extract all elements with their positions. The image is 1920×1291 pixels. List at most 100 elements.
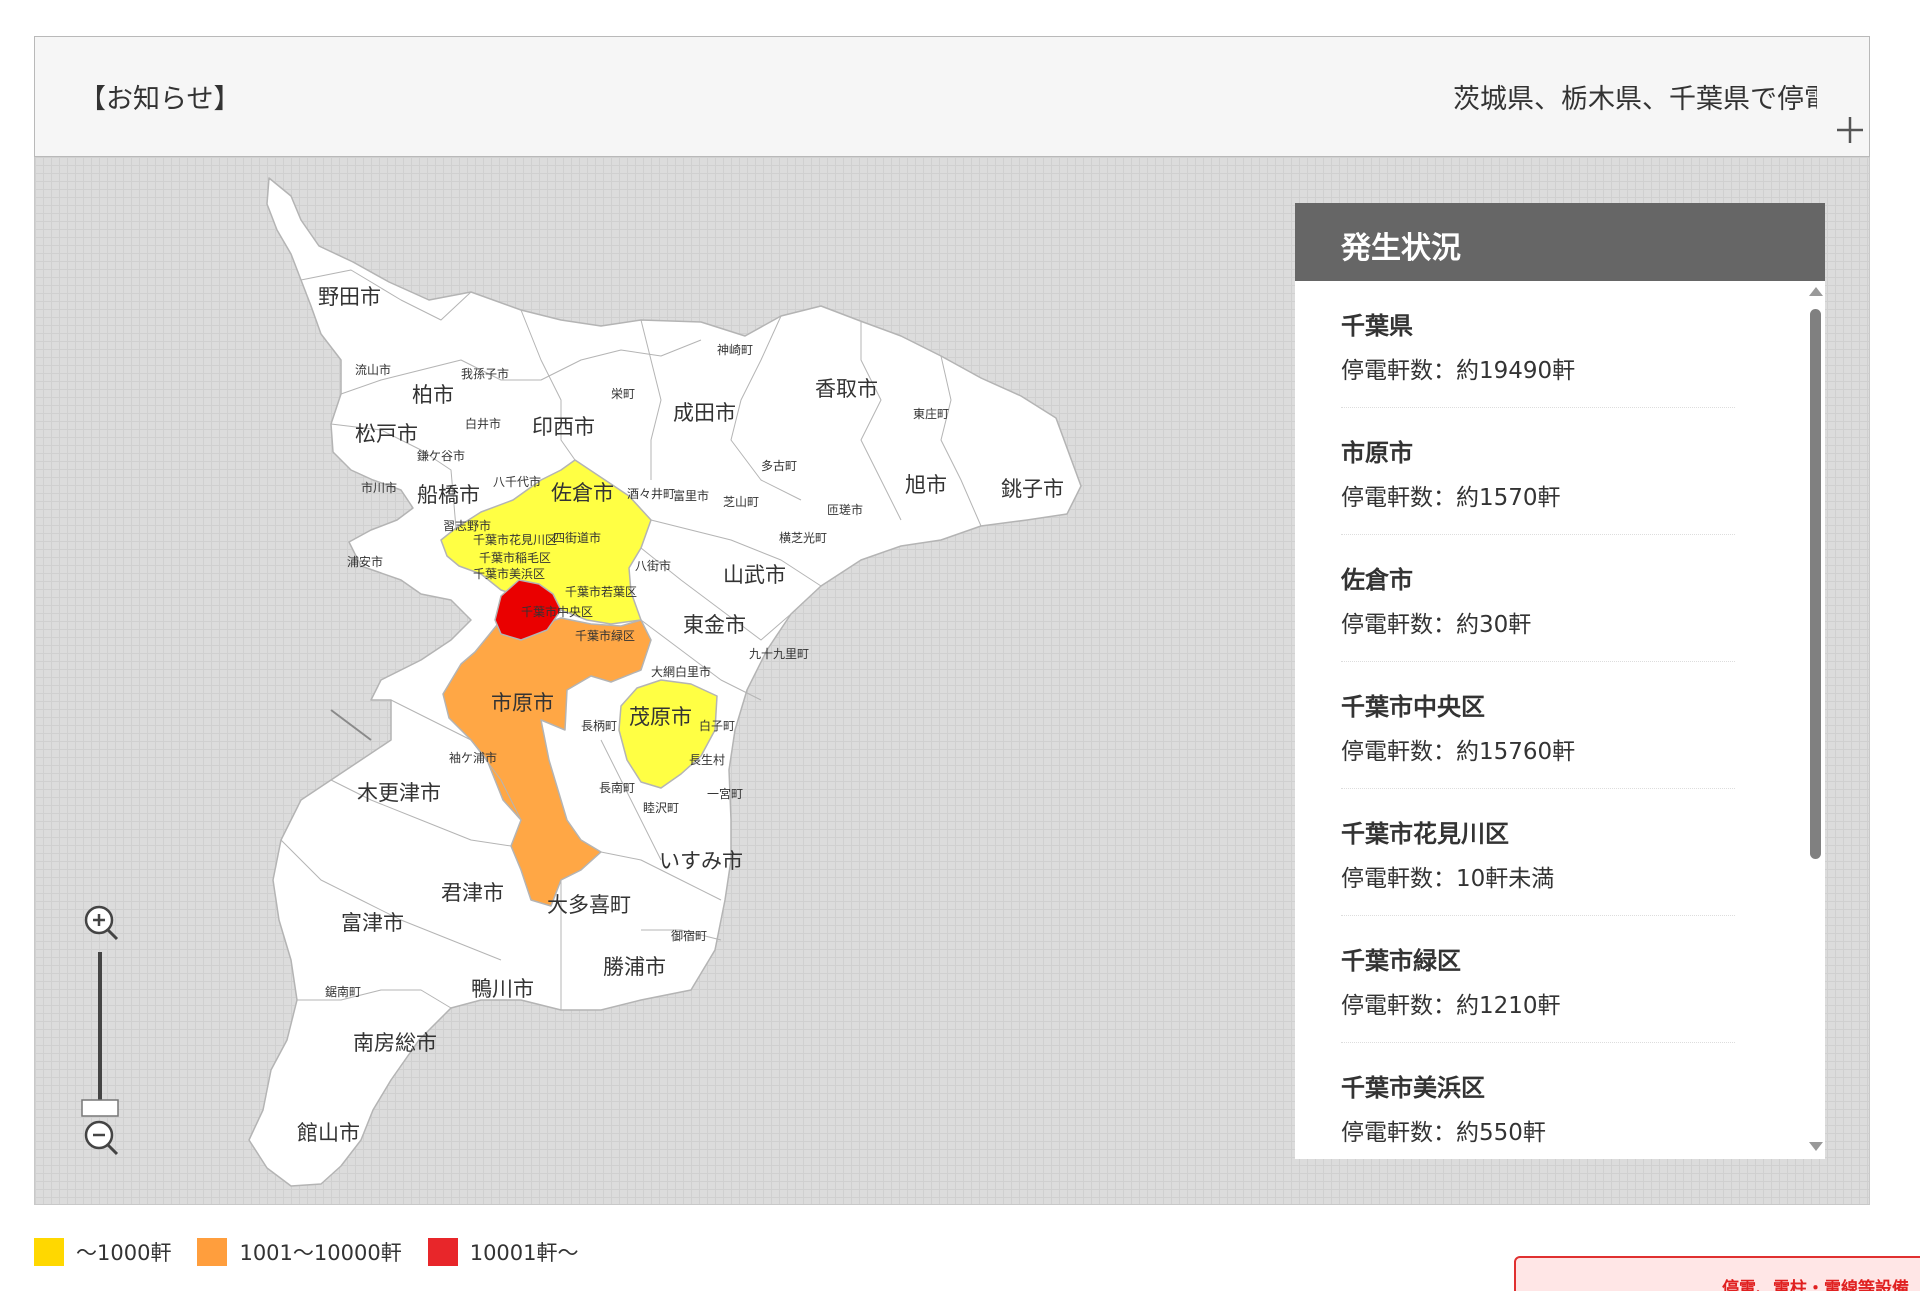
scroll-thumb[interactable] <box>1810 309 1821 859</box>
map-label: 一宮町 <box>707 786 743 801</box>
outage-map[interactable]: 野田市 柏市 松戸市 印西市 成田市 香取市 船橋市 佐倉市 旭市 銚子市 山武… <box>34 157 1870 1205</box>
map-label: 野田市 <box>318 285 381 309</box>
map-label: 市川市 <box>361 480 397 495</box>
map-label: 千葉市美浜区 <box>473 566 545 581</box>
area-name: 市原市 <box>1341 439 1413 467</box>
map-label: 館山市 <box>297 1121 360 1145</box>
map-label: 酒々井町 <box>627 487 675 501</box>
outage-list[interactable]: 千葉県 停電軒数：約19490軒 市原市 停電軒数：約1570軒 佐倉市 停電軒… <box>1295 281 1805 1159</box>
map-label: 銚子市 <box>1001 477 1064 501</box>
map-label: 大網白里市 <box>651 664 711 679</box>
outage-count: 停電軒数：約15760軒 <box>1341 739 1576 765</box>
map-label: 流山市 <box>355 362 391 377</box>
map-label: 御宿町 <box>671 928 707 943</box>
scroll-up-arrow-icon[interactable] <box>1809 287 1823 296</box>
outage-count: 停電軒数：約19490軒 <box>1341 358 1576 384</box>
map-label: 睦沢町 <box>643 801 679 815</box>
map-label: 鎌ケ谷市 <box>417 448 465 463</box>
map-label: 旭市 <box>905 473 947 497</box>
map-label: 香取市 <box>815 377 878 401</box>
map-label: 多古町 <box>761 458 797 473</box>
map-label: 白井市 <box>465 416 501 431</box>
map-label: いすみ市 <box>659 849 743 873</box>
map-label: 市原市 <box>491 691 554 715</box>
outage-count: 停電軒数：10軒未満 <box>1341 866 1555 892</box>
outage-count: 停電軒数：約550軒 <box>1341 1120 1546 1146</box>
legend-entry: 10001軒～ <box>427 1237 579 1267</box>
map-label: 神崎町 <box>717 343 753 357</box>
status-panel: 発生状況 千葉県 停電軒数：約19490軒 市原市 停電軒数：約1570軒 佐倉… <box>1295 203 1825 1159</box>
map-label: 君津市 <box>441 881 504 905</box>
banner-text: 停電、電柱・電線等設備 <box>1722 1279 1909 1291</box>
report-banner-button[interactable]: 停電、電柱・電線等設備 <box>1514 1256 1920 1291</box>
map-label: 佐倉市 <box>551 481 614 505</box>
outage-list-item[interactable]: 千葉市中央区 停電軒数：約15760軒 <box>1341 662 1735 789</box>
map-label: 袖ケ浦市 <box>449 750 497 765</box>
map-label: 長生村 <box>689 753 725 767</box>
map-label: 浦安市 <box>347 554 383 569</box>
panel-scrollbar[interactable] <box>1805 281 1825 1159</box>
map-label: 東金市 <box>683 613 746 637</box>
map-label: 我孫子市 <box>461 366 509 381</box>
zoom-control[interactable] <box>77 902 127 1162</box>
outage-count: 停電軒数：約1210軒 <box>1341 993 1561 1019</box>
area-name: 千葉県 <box>1341 312 1413 340</box>
area-name: 佐倉市 <box>1341 566 1413 594</box>
map-label: 八千代市 <box>493 474 541 489</box>
map-label: 茂原市 <box>629 705 692 729</box>
map-label: 鴨川市 <box>471 977 534 1001</box>
legend-swatch-high <box>427 1238 458 1266</box>
legend-entry: ～1000軒 <box>34 1237 171 1267</box>
map-label: 勝浦市 <box>603 955 666 979</box>
expand-plus-icon[interactable] <box>1835 115 1865 145</box>
map-label: 九十九里町 <box>749 647 809 661</box>
map-label: 富里市 <box>673 488 709 503</box>
map-label: 芝山町 <box>723 494 759 509</box>
legend-swatch-low <box>34 1238 64 1266</box>
map-label: 船橋市 <box>417 483 480 507</box>
map-label: 千葉市緑区 <box>575 628 635 643</box>
map-label: 山武市 <box>723 563 786 587</box>
legend-label: 10001軒～ <box>469 1241 579 1265</box>
legend-entry: 1001～10000軒 <box>197 1237 402 1267</box>
map-label: 千葉市若葉区 <box>565 584 637 599</box>
map-label: 千葉市中央区 <box>521 604 593 619</box>
zoom-handle <box>81 1099 119 1117</box>
map-label: 印西市 <box>532 415 595 439</box>
outage-list-item[interactable]: 千葉市美浜区 停電軒数：約550軒 <box>1341 1043 1735 1159</box>
map-label: 習志野市 <box>443 518 491 533</box>
outage-list-item[interactable]: 千葉市花見川区 停電軒数：10軒未満 <box>1341 789 1735 916</box>
map-label: 大多喜町 <box>547 893 631 917</box>
outage-count: 停電軒数：約1570軒 <box>1341 485 1561 511</box>
outage-list-item[interactable]: 市原市 停電軒数：約1570軒 <box>1341 408 1735 535</box>
map-label: 白子町 <box>699 718 735 733</box>
notice-ticker[interactable]: 茨城県、栃木県、千葉県で停電 <box>1453 77 1817 115</box>
notice-label: 【お知らせ】 <box>79 84 241 115</box>
map-label: 南房総市 <box>353 1031 437 1055</box>
area-name: 千葉市中央区 <box>1341 693 1485 721</box>
scroll-down-arrow-icon[interactable] <box>1809 1142 1823 1151</box>
map-label: 柏市 <box>412 383 454 407</box>
zoom-out-icon[interactable] <box>84 1120 119 1156</box>
map-label: 千葉市花見川区 <box>473 532 557 547</box>
outage-list-item[interactable]: 千葉県 停電軒数：約19490軒 <box>1341 281 1735 408</box>
map-label: 栄町 <box>611 387 635 401</box>
outage-list-item[interactable]: 千葉市緑区 停電軒数：約1210軒 <box>1341 916 1735 1043</box>
map-label: 匝瑳市 <box>827 502 863 517</box>
map-label: 長柄町 <box>581 719 617 733</box>
legend-label: 1001～10000軒 <box>239 1241 402 1265</box>
map-label: 東庄町 <box>913 406 949 421</box>
map-label: 木更津市 <box>357 781 441 805</box>
zoom-in-icon[interactable] <box>84 905 119 941</box>
map-label: 成田市 <box>673 401 736 425</box>
map-label: 四街道市 <box>553 530 601 545</box>
map-label: 松戸市 <box>355 422 418 446</box>
map-label: 富津市 <box>341 911 404 935</box>
map-legend: ～1000軒 1001～10000軒 10001軒～ <box>34 1237 605 1267</box>
map-label: 八街市 <box>635 558 671 573</box>
area-name: 千葉市緑区 <box>1341 947 1461 975</box>
area-name: 千葉市美浜区 <box>1341 1074 1485 1102</box>
map-label: 横芝光町 <box>779 530 827 545</box>
panel-title: 発生状況 <box>1295 203 1825 281</box>
outage-list-item[interactable]: 佐倉市 停電軒数：約30軒 <box>1341 535 1735 662</box>
